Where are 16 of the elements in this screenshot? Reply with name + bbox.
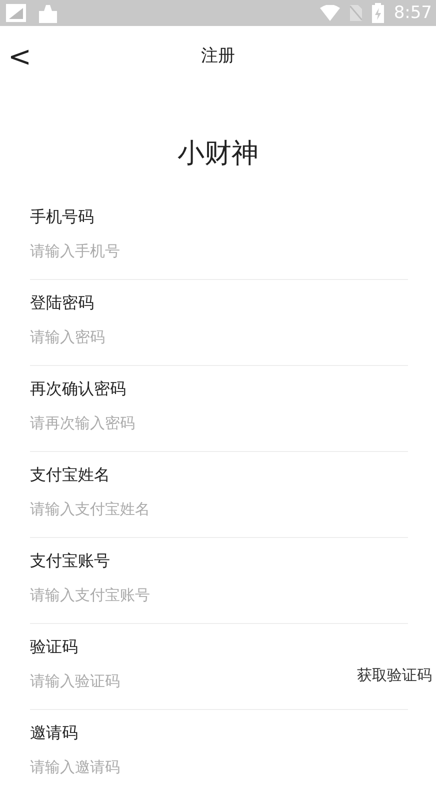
field-label: 手机号码 xyxy=(30,206,94,228)
field-label: 支付宝姓名 xyxy=(30,464,110,486)
image-icon xyxy=(6,4,26,22)
no-sim-icon xyxy=(350,5,362,21)
get-code-button[interactable]: 获取验证码 xyxy=(357,666,432,684)
bag-icon xyxy=(38,3,58,23)
field-label: 登陆密码 xyxy=(30,292,94,314)
back-button[interactable]: < xyxy=(2,40,38,73)
field-label: 支付宝账号 xyxy=(30,550,110,572)
field-label: 邀请码 xyxy=(30,722,78,744)
app-name: 小财神 xyxy=(176,137,260,171)
battery-icon xyxy=(372,3,384,23)
wifi-icon xyxy=(320,5,340,21)
field-label: 再次确认密码 xyxy=(30,378,126,400)
field-label: 验证码 xyxy=(30,636,78,658)
page-title: 注册 xyxy=(201,44,235,66)
